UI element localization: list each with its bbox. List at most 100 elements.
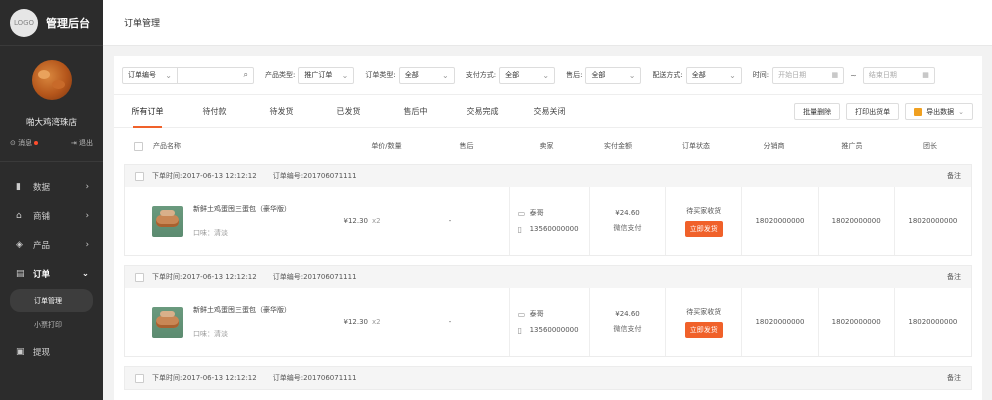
shop-name: 啪大鸡湾珠店 xyxy=(25,118,77,128)
paid-cell: ¥24.60 微信支付 xyxy=(590,187,667,255)
order-checkbox[interactable] xyxy=(135,272,144,282)
batch-delete-button[interactable]: 批量删除 xyxy=(794,103,841,120)
search-field-select[interactable]: 订单编号 ⌄ xyxy=(123,67,178,83)
main-content: 订单编号 ⌄ ⌕ 产品类型: 推广订单 ⌄ 订单类型: 全部 ⌄ 支付方式: 全… xyxy=(114,56,982,400)
column-promoter: 推广员 xyxy=(841,142,863,150)
search-icon[interactable]: ⌕ xyxy=(244,70,248,80)
end-date-placeholder: 结束日期 xyxy=(868,71,897,79)
ship-now-button[interactable]: 立即发货 xyxy=(684,321,723,338)
order-note-link[interactable]: 备注 xyxy=(947,171,961,181)
chevron-right-icon: › xyxy=(85,210,89,221)
profile: 啪大鸡湾珠店 ⊙ 消息 ⇥ 退出 xyxy=(0,46,103,148)
delivery-select[interactable]: 全部 ⌄ xyxy=(685,66,742,84)
sidebar-item-shop[interactable]: ⌂ 商铺 › xyxy=(0,201,103,230)
seller-phone: 13560000000 xyxy=(529,225,579,233)
sidebar-item-withdraw[interactable]: ▣ 提现 xyxy=(0,337,103,366)
home-icon: ⌂ xyxy=(16,210,22,221)
product-name[interactable]: 新鲜土鸡蛋囤三蛋包（豪华版） xyxy=(193,204,291,214)
unit-price: ¥12.30 xyxy=(343,217,368,225)
product-info: 新鲜土鸡蛋囤三蛋包（豪华版） 口味：清淡 xyxy=(193,204,291,238)
tab-completed[interactable]: 交易完成 xyxy=(449,95,516,128)
payment-method: 微信支付 xyxy=(613,325,642,333)
product-thumbnail[interactable] xyxy=(152,205,183,237)
unread-dot xyxy=(34,141,39,145)
brand-title: 管理后台 xyxy=(46,16,90,30)
sidebar-nav: ▮ 数据 › ⌂ 商铺 › ◈ 产品 › ▤ 订单 ⌄ 订单管理 小票打印 ▣ … xyxy=(0,162,103,366)
product-type-select[interactable]: 推广订单 ⌄ xyxy=(298,66,355,84)
order-time: 下单时间:2017-06-13 12:12:12 xyxy=(152,272,257,282)
column-status: 订单状态 xyxy=(682,142,710,150)
avatar[interactable] xyxy=(31,60,72,100)
distributor-cell: 18020000000 xyxy=(742,187,819,255)
chevron-right-icon: › xyxy=(85,239,89,250)
chevron-down-icon: ⌄ xyxy=(542,70,550,80)
order-card: 下单时间:2017-06-13 12:12:12 订单编号:2017060711… xyxy=(124,366,972,390)
order-time: 下单时间:2017-06-13 12:12:12 xyxy=(152,171,257,181)
export-data-button[interactable]: 导出数据 ⌄ xyxy=(905,103,973,120)
sidebar-item-label: 产品 xyxy=(33,240,51,251)
bar-chart-icon: ▮ xyxy=(16,181,21,192)
order-time-value: 2017-06-13 12:12:12 xyxy=(182,172,257,180)
product-spec: 口味：清淡 xyxy=(193,330,228,338)
product-type-label: 产品类型: xyxy=(265,71,296,79)
payment-value: 全部 xyxy=(505,71,520,79)
payment-label: 支付方式: xyxy=(465,71,497,79)
order-header: 下单时间:2017-06-13 12:12:12 订单编号:2017060711… xyxy=(125,165,971,187)
order-header: 下单时间:2017-06-13 12:12:12 订单编号:2017060711… xyxy=(125,367,971,389)
start-date-input[interactable]: 开始日期 ▦ xyxy=(772,66,845,84)
product-name[interactable]: 新鲜土鸡蛋囤三蛋包（豪华版） xyxy=(193,305,291,315)
column-seller: 卖家 xyxy=(539,142,554,150)
product-type-value: 推广订单 xyxy=(304,71,333,79)
chevron-down-icon: ⌄ xyxy=(442,70,449,80)
phone-icon: ▯ xyxy=(517,325,522,335)
search-input[interactable]: ⌕ xyxy=(178,68,253,83)
quantity: x2 xyxy=(371,318,381,326)
column-paid: 实付金额 xyxy=(604,142,632,150)
print-shipping-button[interactable]: 打印出货单 xyxy=(846,103,900,120)
sidebar-subitem-receipt-print[interactable]: 小票打印 xyxy=(10,313,93,336)
payment-method: 微信支付 xyxy=(613,224,642,232)
sidebar-item-orders[interactable]: ▤ 订单 ⌄ xyxy=(0,259,103,288)
logout-link[interactable]: ⇥ 退出 xyxy=(71,138,93,148)
id-card-icon: ▭ xyxy=(517,208,526,218)
column-leader: 团长 xyxy=(923,142,937,150)
order-note-link[interactable]: 备注 xyxy=(947,272,961,282)
tab-pending-shipment[interactable]: 待发货 xyxy=(248,95,315,128)
after-sale-select[interactable]: 全部 ⌄ xyxy=(585,66,642,84)
calendar-icon: ▦ xyxy=(922,71,929,79)
order-checkbox[interactable] xyxy=(135,171,144,181)
quantity: x2 xyxy=(371,217,381,225)
product-info: 新鲜土鸡蛋囤三蛋包（豪华版） 口味：清淡 xyxy=(193,305,291,339)
tab-shipped[interactable]: 已发货 xyxy=(315,95,382,128)
order-type-label: 订单类型: xyxy=(365,71,396,79)
order-header: 下单时间:2017-06-13 12:12:12 订单编号:2017060711… xyxy=(125,266,971,288)
sidebar-item-data[interactable]: ▮ 数据 › xyxy=(0,172,103,201)
paid-cell: ¥24.60 微信支付 xyxy=(590,288,667,356)
message-link[interactable]: ⊙ 消息 xyxy=(10,138,39,148)
document-icon: ▤ xyxy=(16,268,25,279)
price-cell: ¥12.30 x2 xyxy=(333,187,392,255)
order-card: 下单时间:2017-06-13 12:12:12 订单编号:2017060711… xyxy=(124,265,972,357)
product-thumbnail[interactable] xyxy=(152,306,183,338)
tab-all-orders[interactable]: 所有订单 xyxy=(114,95,181,128)
sidebar-subitem-order-management[interactable]: 订单管理 xyxy=(10,289,93,312)
wallet-icon: ▣ xyxy=(16,346,25,357)
tab-pending-payment[interactable]: 待付款 xyxy=(181,95,248,128)
end-date-input[interactable]: 结束日期 ▦ xyxy=(862,66,935,84)
tab-closed[interactable]: 交易关闭 xyxy=(516,95,583,128)
order-checkbox[interactable] xyxy=(135,373,144,383)
brand-header: LOGO 管理后台 xyxy=(0,0,103,46)
calendar-icon: ▦ xyxy=(831,71,839,79)
payment-select[interactable]: 全部 ⌄ xyxy=(499,66,556,84)
order-type-select[interactable]: 全部 ⌄ xyxy=(398,66,455,84)
table-header: 产品名称 单价/数量 售后 卖家 实付金额 订单状态 分销商 推广员 团长 xyxy=(114,128,982,164)
sidebar-item-products[interactable]: ◈ 产品 › xyxy=(0,230,103,259)
select-all-checkbox[interactable] xyxy=(134,141,143,151)
tab-after-sale[interactable]: 售后中 xyxy=(382,95,449,128)
column-price-qty: 单价/数量 xyxy=(371,142,402,150)
phone-icon: ▯ xyxy=(517,224,522,234)
ship-now-button[interactable]: 立即发货 xyxy=(684,220,723,237)
price-cell: ¥12.30 x2 xyxy=(333,288,392,356)
order-note-link[interactable]: 备注 xyxy=(947,373,961,383)
message-icon: ⊙ xyxy=(10,139,16,147)
